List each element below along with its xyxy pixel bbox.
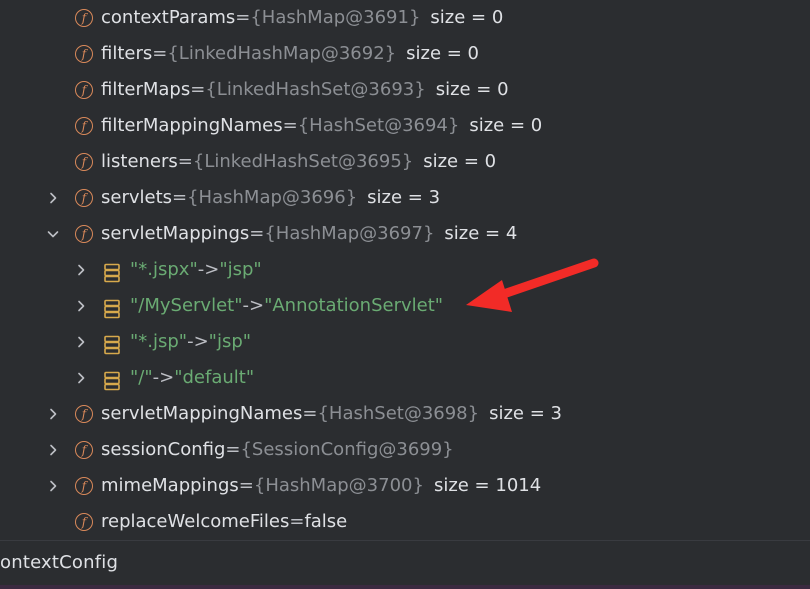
field-f-icon: f [75, 81, 93, 99]
entry-value: "jsp" [219, 259, 262, 280]
field-name: filterMappingNames [101, 115, 283, 136]
field-f-icon: f [75, 477, 93, 495]
window-edge [0, 585, 810, 589]
field-name: servletMappingNames [101, 403, 303, 424]
size-value: size = 1014 [433, 475, 542, 496]
tree-row-listeners[interactable]: f listeners = {LinkedHashSet@3695} size =… [0, 144, 810, 180]
object-reference: {HashMap@3700} [253, 475, 424, 496]
assign-operator: = [282, 115, 298, 136]
chevron-right-icon[interactable] [72, 261, 90, 279]
field-f-icon: f [75, 225, 93, 243]
assign-operator: = [238, 475, 254, 496]
entry-key: "*.jspx" [130, 259, 198, 280]
field-f-icon: f [75, 45, 93, 63]
tree-row-map-entry[interactable]: "/" -> "default" [0, 360, 810, 396]
map-entry-icon [104, 332, 120, 355]
field-name: mimeMappings [101, 475, 239, 496]
object-reference: {HashMap@3696} [187, 187, 358, 208]
field-name: filterMaps [101, 79, 191, 100]
entry-value: "AnnotationServlet" [264, 295, 444, 316]
red-arrow-annotation [466, 258, 599, 312]
tree-row-contextParams[interactable]: f contextParams = {HashMap@3691} size = 0 [0, 0, 810, 36]
assign-operator: = [172, 187, 188, 208]
object-reference: {LinkedHashMap@3692} [167, 43, 397, 64]
field-f-icon: f [75, 513, 93, 531]
field-name: contextParams [101, 7, 236, 28]
entry-arrow-operator: -> [152, 367, 175, 388]
field-f-icon: f [75, 441, 93, 459]
object-reference: {LinkedHashSet@3695} [192, 151, 414, 172]
object-reference: {HashMap@3691} [250, 7, 421, 28]
field-f-icon: f [75, 189, 93, 207]
chevron-down-icon[interactable] [44, 225, 62, 243]
variables-tree: f contextParams = {HashMap@3691} size = 0… [0, 0, 810, 540]
map-entry-icon [104, 260, 120, 283]
tree-row-map-entry[interactable]: "/MyServlet" -> "AnnotationServlet" [0, 288, 810, 324]
size-value: size = 0 [430, 7, 504, 28]
entry-arrow-operator: -> [242, 295, 265, 316]
size-value: size = 3 [367, 187, 441, 208]
field-f-icon: f [75, 117, 93, 135]
assign-operator: = [249, 223, 265, 244]
tree-row-filterMappingNames[interactable]: f filterMappingNames = {HashSet@3694} siz… [0, 108, 810, 144]
object-reference: {HashMap@3697} [264, 223, 435, 244]
frame-label[interactable]: ontextConfig [0, 551, 118, 575]
chevron-right-icon[interactable] [44, 405, 62, 423]
tree-row-map-entry[interactable]: "*.jspx" -> "jsp" [0, 252, 810, 288]
bottom-frames-bar: ontextConfig [0, 541, 810, 585]
field-name: servletMappings [101, 223, 250, 244]
assign-operator: = [177, 151, 193, 172]
entry-value: "default" [174, 367, 255, 388]
chevron-right-icon[interactable] [44, 477, 62, 495]
tree-row-servlets[interactable]: f servlets = {HashMap@3696} size = 3 [0, 180, 810, 216]
tree-row-servletMappings[interactable]: f servletMappings = {HashMap@3697} size =… [0, 216, 810, 252]
size-value: size = 0 [435, 79, 509, 100]
chevron-right-icon[interactable] [72, 297, 90, 315]
entry-key: "*.jsp" [130, 331, 188, 352]
boolean-value: false [304, 511, 348, 532]
entry-key: "/MyServlet" [130, 295, 243, 316]
entry-key: "/" [130, 367, 153, 388]
object-reference: {LinkedHashSet@3693} [205, 79, 426, 100]
size-value: size = 0 [423, 151, 497, 172]
assign-operator: = [289, 511, 305, 532]
object-reference: {SessionConfig@3699} [240, 439, 454, 460]
entry-arrow-operator: -> [187, 331, 209, 352]
object-reference: {HashSet@3694} [297, 115, 460, 136]
size-value: size = 3 [489, 403, 562, 424]
entry-value: "jsp" [208, 331, 252, 352]
chevron-right-icon[interactable] [44, 189, 62, 207]
assign-operator: = [235, 7, 251, 28]
field-f-icon: f [75, 405, 93, 423]
tree-row-mimeMappings[interactable]: f mimeMappings = {HashMap@3700} size = 10… [0, 468, 810, 504]
size-value: size = 0 [469, 115, 543, 136]
field-name: filters [101, 43, 153, 64]
chevron-right-icon[interactable] [72, 333, 90, 351]
size-value: size = 0 [406, 43, 480, 64]
field-name: servlets [101, 187, 173, 208]
assign-operator: = [190, 79, 206, 100]
tree-row-replaceWelcomeFiles[interactable]: f replaceWelcomeFiles = false [0, 504, 810, 540]
field-name: listeners [101, 151, 178, 172]
field-name: replaceWelcomeFiles [101, 511, 290, 532]
field-name: sessionConfig [101, 439, 226, 460]
tree-row-sessionConfig[interactable]: f sessionConfig = {SessionConfig@3699} [0, 432, 810, 468]
field-f-icon: f [75, 153, 93, 171]
tree-row-servletMappingNames[interactable]: f servletMappingNames = {HashSet@3698} si… [0, 396, 810, 432]
chevron-right-icon[interactable] [72, 369, 90, 387]
entry-arrow-operator: -> [197, 259, 220, 280]
tree-row-filters[interactable]: f filters = {LinkedHashMap@3692} size = 0 [0, 36, 810, 72]
map-entry-icon [104, 368, 120, 391]
chevron-right-icon[interactable] [44, 441, 62, 459]
map-entry-icon [104, 296, 120, 319]
size-value: size = 4 [444, 223, 518, 244]
tree-row-filterMaps[interactable]: f filterMaps = {LinkedHashSet@3693} size … [0, 72, 810, 108]
tree-row-map-entry[interactable]: "*.jsp" -> "jsp" [0, 324, 810, 360]
assign-operator: = [302, 403, 318, 424]
assign-operator: = [152, 43, 168, 64]
object-reference: {HashSet@3698} [317, 403, 480, 424]
field-f-icon: f [75, 9, 93, 27]
assign-operator: = [225, 439, 241, 460]
